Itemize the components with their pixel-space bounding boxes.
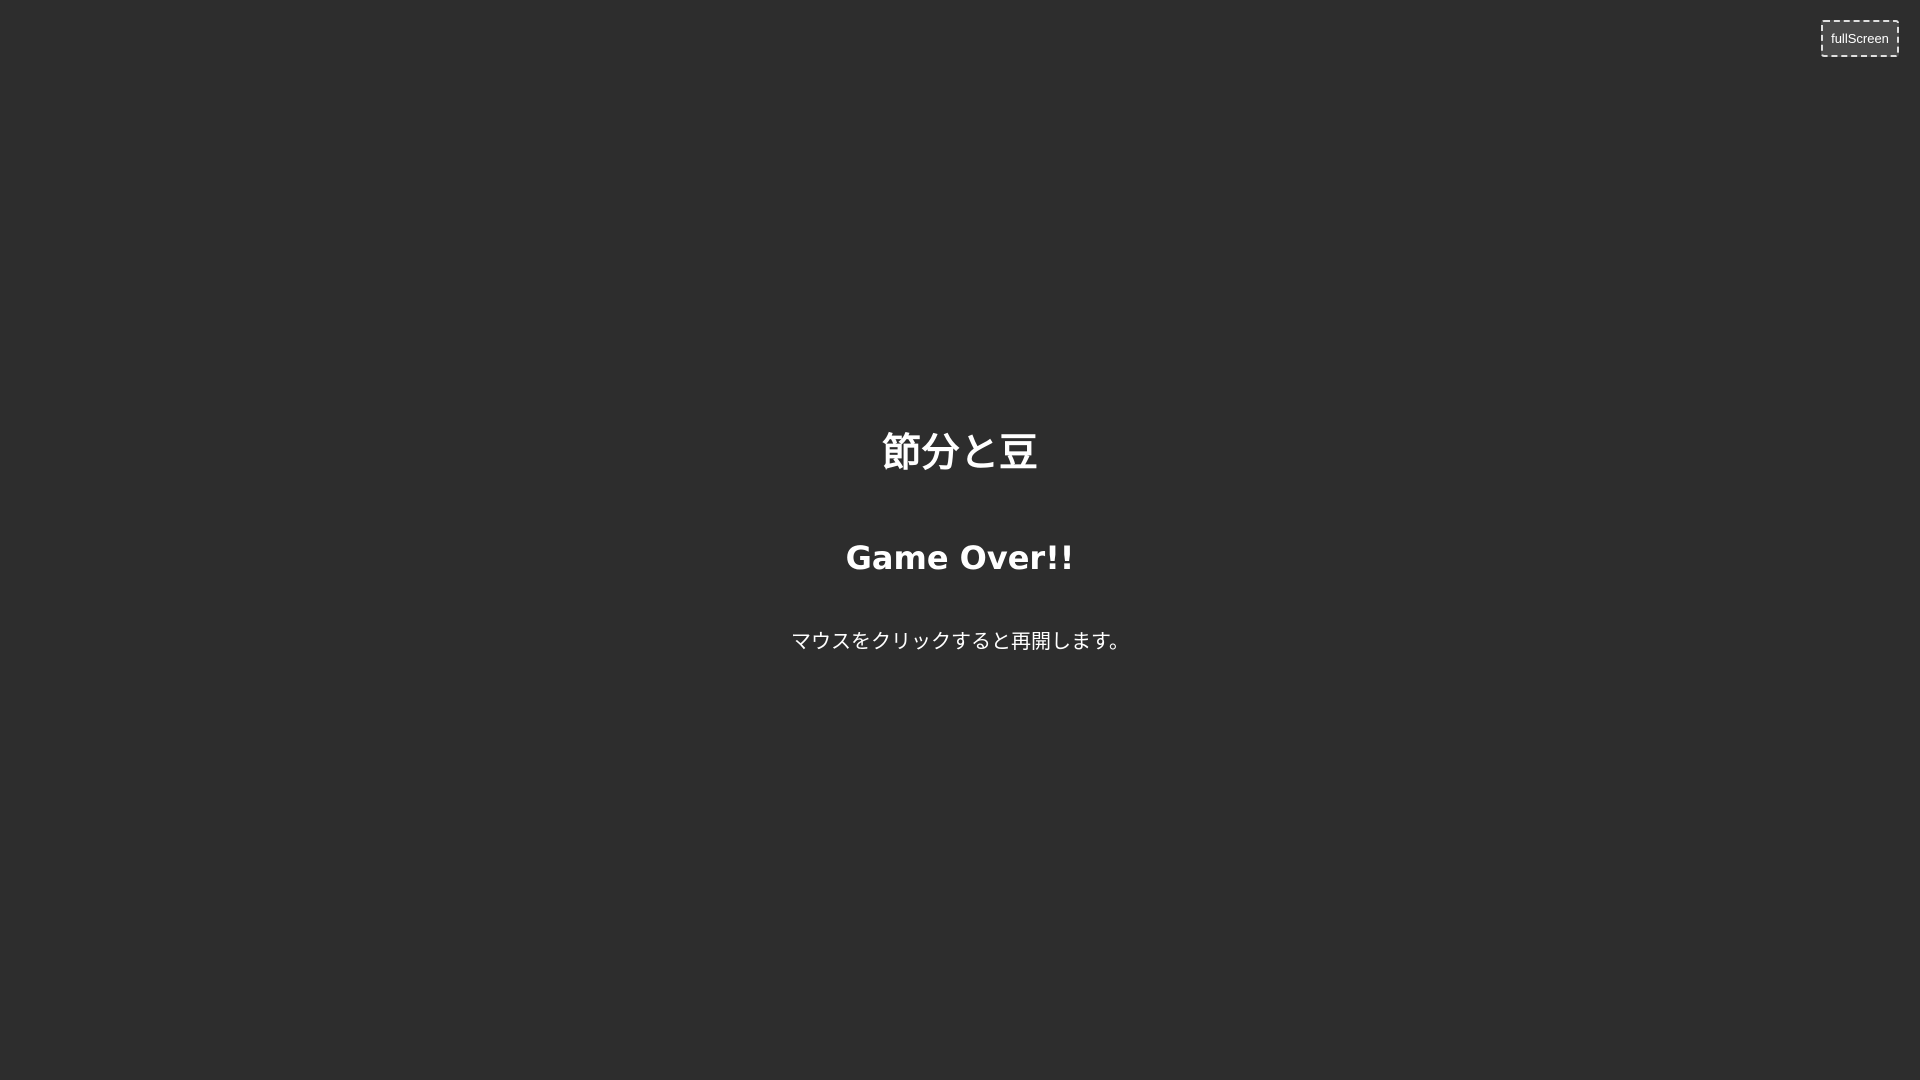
game-title: 節分と豆 — [881, 431, 1038, 476]
game-over-message: Game Over!! — [845, 539, 1075, 577]
game-screen[interactable]: 節分と豆 Game Over!! マウスをクリックすると再開します。 — [0, 0, 1920, 1080]
restart-instruction: マウスをクリックすると再開します。 — [791, 629, 1129, 653]
fullscreen-button[interactable]: fullScreen — [1821, 20, 1899, 57]
